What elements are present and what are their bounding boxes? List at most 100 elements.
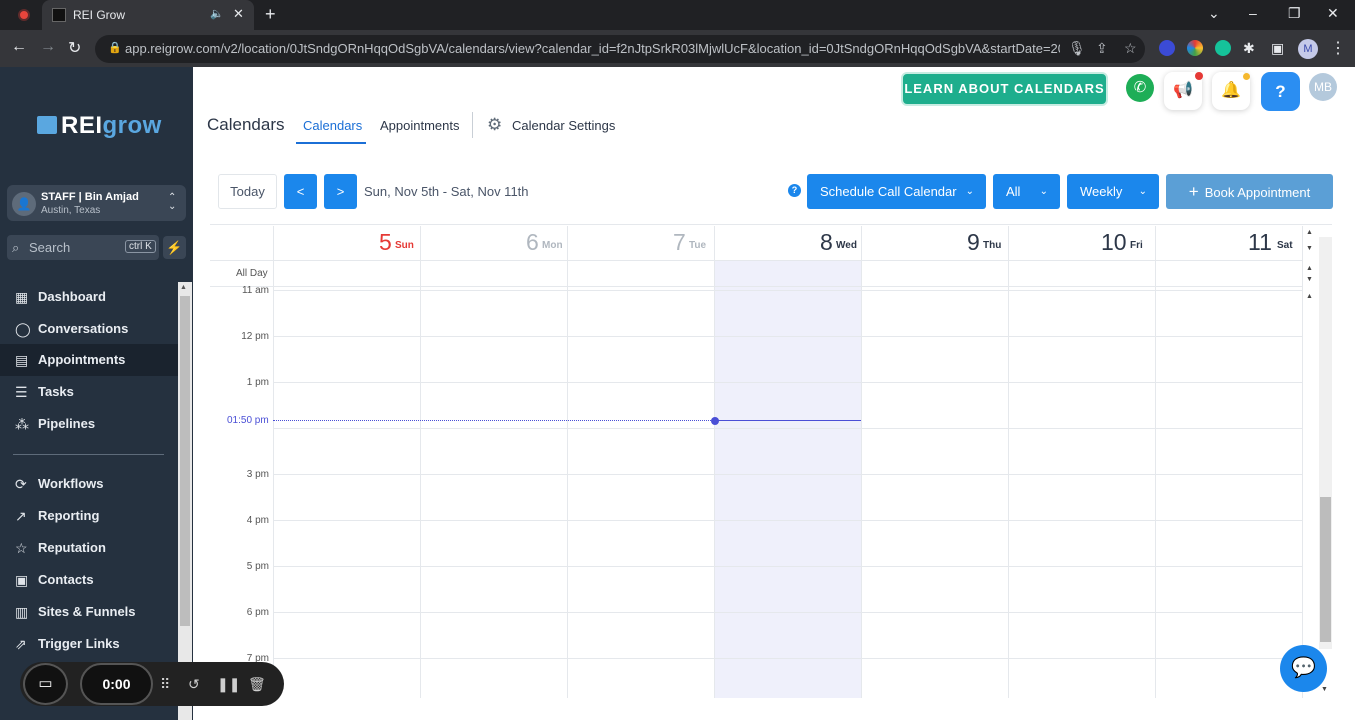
sidebar-item-workflows[interactable]: ⟳ Workflows xyxy=(0,468,178,500)
microphone-icon[interactable]: 🎙 xyxy=(1068,40,1086,57)
calendar-select[interactable]: Schedule Call Calendar ⌄ xyxy=(807,174,986,209)
time-label: 12 pm xyxy=(241,331,269,342)
logo[interactable]: REIgrow xyxy=(61,112,162,140)
sidebar-item-dashboard[interactable]: ▦ Dashboard xyxy=(0,281,178,313)
reload-icon[interactable]: ↻ xyxy=(68,38,81,58)
quick-actions-bolt-icon[interactable]: ⚡ xyxy=(163,236,186,259)
sidebar-item-tasks[interactable]: ☰ Tasks xyxy=(0,376,178,408)
chevron-down-icon: ⌄ xyxy=(965,186,974,197)
filter-select[interactable]: All ⌄ xyxy=(993,174,1060,209)
trash-icon[interactable]: 🗑 xyxy=(248,676,266,693)
help-button[interactable]: ? xyxy=(1261,72,1300,111)
scroll-up-arrow-icon[interactable]: ▲ xyxy=(1306,293,1313,300)
grid-dots-icon[interactable]: ⠿ xyxy=(160,676,170,693)
minimize-icon[interactable]: – xyxy=(1249,5,1257,21)
lock-icon[interactable]: 🔒 xyxy=(108,41,122,54)
bookmark-star-icon[interactable]: ☆ xyxy=(1124,40,1137,57)
sidebar-item-reporting[interactable]: ↗ Reporting xyxy=(0,500,178,532)
day-header[interactable]: 10 Fri xyxy=(1008,226,1155,260)
camera-icon[interactable]: ▭ xyxy=(23,663,68,705)
day-number: 7 xyxy=(673,229,686,255)
tab-appointments[interactable]: Appointments xyxy=(380,118,460,133)
search-icon: ⌕ xyxy=(12,240,20,255)
day-header[interactable]: 11 Sat xyxy=(1155,226,1302,260)
sidebar-item-conversations[interactable]: ◯ Conversations xyxy=(0,313,178,345)
sidebar-item-appointments[interactable]: ▤ Appointments xyxy=(0,344,178,376)
share-icon[interactable]: ⇪ xyxy=(1096,40,1108,57)
grammarly-icon[interactable] xyxy=(1215,40,1231,56)
close-tab-icon[interactable]: ✕ xyxy=(233,6,244,22)
today-button[interactable]: Today xyxy=(218,174,277,209)
sidebar-item-trigger-links[interactable]: ⇗ Trigger Links xyxy=(0,628,178,660)
active-tab-underline xyxy=(296,142,366,144)
day-header[interactable]: 8 Wed xyxy=(714,226,861,260)
current-time-label: 01:50 pm xyxy=(227,415,269,426)
recording-indicator-icon xyxy=(18,9,30,21)
sidebar-item-pipelines[interactable]: ⁂ Pipelines xyxy=(0,408,178,440)
day-header[interactable]: 9 Thu xyxy=(861,226,1008,260)
tab-search-icon[interactable]: ⌄ xyxy=(1208,5,1220,22)
scroll-up-arrow-icon[interactable]: ▲ xyxy=(180,284,187,291)
gear-icon[interactable]: ⚙ xyxy=(487,115,502,135)
scroll-down-arrow-icon[interactable]: ▼ xyxy=(1321,686,1328,693)
browser-menu-icon[interactable]: ⋮ xyxy=(1330,38,1346,58)
tab-calendars[interactable]: Calendars xyxy=(303,118,362,133)
day-header[interactable]: 6 Mon xyxy=(420,226,567,260)
today-column-highlight xyxy=(715,260,861,698)
tab-title: REI Grow xyxy=(73,8,126,22)
dashboard-icon: ▦ xyxy=(15,289,29,305)
day-header[interactable]: 7 Tue xyxy=(567,226,714,260)
sidebar-item-reputation[interactable]: ☆ Reputation xyxy=(0,532,178,564)
logo-grow: grow xyxy=(102,112,162,139)
filter-select-value: All xyxy=(1006,184,1021,199)
audio-icon[interactable]: 🔈 xyxy=(210,7,224,20)
chat-widget-icon[interactable]: 💬 xyxy=(1280,645,1327,692)
sidebar-item-sites-funnels[interactable]: ▥ Sites & Funnels xyxy=(0,596,178,628)
view-select[interactable]: Weekly ⌄ xyxy=(1067,174,1159,209)
forward-icon[interactable]: → xyxy=(40,38,56,56)
extensions-puzzle-icon[interactable]: ✱ xyxy=(1243,40,1255,57)
day-header[interactable]: 5 Sun xyxy=(273,226,420,260)
sidebar-scroll-thumb[interactable] xyxy=(180,296,190,626)
time-label: 1 pm xyxy=(246,377,269,388)
day-number: 11 xyxy=(1248,229,1272,255)
window-close-icon[interactable]: ✕ xyxy=(1327,5,1339,22)
new-tab-icon[interactable]: + xyxy=(265,4,276,25)
scroll-up-arrow-icon[interactable]: ▲ xyxy=(1306,229,1313,236)
notification-dot xyxy=(1195,72,1203,80)
back-icon[interactable]: ← xyxy=(11,38,27,56)
location-avatar-icon: 👤 xyxy=(12,192,36,216)
search-shortcut: ctrl K xyxy=(125,240,156,253)
tab-divider xyxy=(472,112,473,138)
info-icon[interactable]: ? xyxy=(788,184,801,197)
grid-column-line xyxy=(1302,226,1303,698)
url-text[interactable]: app.reigrow.com/v2/location/0JtSndgORnHq… xyxy=(125,41,1060,56)
pause-icon[interactable]: ❚❚ xyxy=(217,676,240,693)
chevron-down-icon: ⌄ xyxy=(1138,186,1147,197)
tasks-icon: ☰ xyxy=(15,384,28,400)
calendar-scroll-thumb[interactable] xyxy=(1320,497,1331,642)
calendar-select-value: Schedule Call Calendar xyxy=(820,184,957,199)
time-label: 6 pm xyxy=(246,607,269,618)
day-number: 10 xyxy=(1101,229,1127,255)
next-week-button[interactable]: > xyxy=(324,174,357,209)
all-day-row[interactable] xyxy=(210,260,1302,287)
user-avatar[interactable]: MB xyxy=(1309,73,1337,101)
restart-icon[interactable]: ↺ xyxy=(188,676,200,693)
maximize-icon[interactable]: ❐ xyxy=(1288,5,1301,22)
prev-week-button[interactable]: < xyxy=(284,174,317,209)
side-panel-icon[interactable]: ▣ xyxy=(1271,40,1284,57)
extension-2-icon[interactable] xyxy=(1187,40,1203,56)
sidebar-item-contacts[interactable]: ▣ Contacts xyxy=(0,564,178,596)
day-name: Mon xyxy=(542,240,563,251)
phone-icon[interactable]: ✆ xyxy=(1126,74,1154,102)
scroll-down-arrow-icon[interactable]: ▼ xyxy=(1306,276,1313,283)
tab-calendar-settings[interactable]: Calendar Settings xyxy=(512,118,615,133)
day-name: Fri xyxy=(1130,240,1143,251)
extension-1-icon[interactable] xyxy=(1159,40,1175,56)
book-appointment-button[interactable]: + Book Appointment xyxy=(1166,174,1333,209)
scroll-down-arrow-icon[interactable]: ▼ xyxy=(1306,245,1313,252)
scroll-up-arrow-icon[interactable]: ▲ xyxy=(1306,265,1313,272)
learn-about-calendars-button[interactable]: LEARN ABOUT CALENDARS xyxy=(901,72,1108,106)
profile-avatar[interactable]: M xyxy=(1298,39,1318,59)
